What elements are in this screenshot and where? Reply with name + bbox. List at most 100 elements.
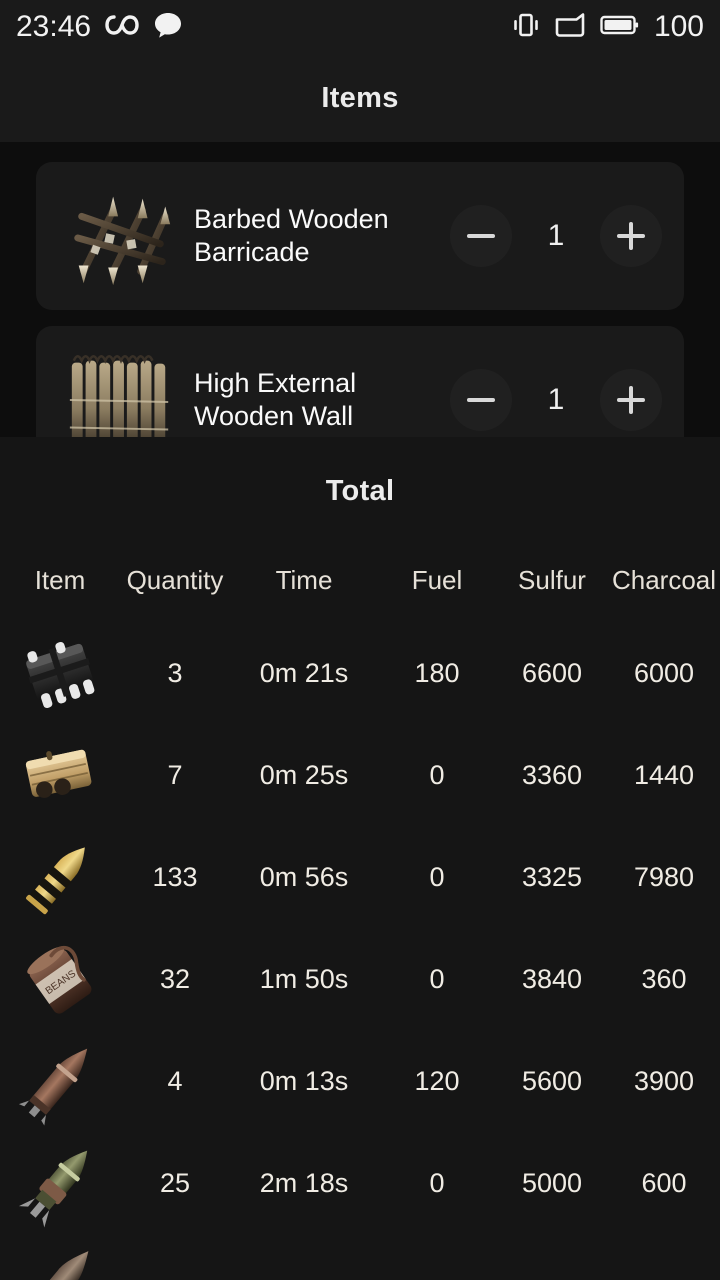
row-item-cell [0, 1234, 120, 1280]
total-section: Total Item Quantity Time Fuel Sulfur Cha… [0, 437, 720, 1280]
row-fuel [378, 1234, 496, 1280]
row-item-cell [0, 1030, 120, 1132]
decrement-button[interactable] [450, 369, 512, 431]
totals-table-scroll[interactable]: Item Quantity Time Fuel Sulfur Charcoal [0, 547, 720, 1280]
row-time: 0m 21s [259, 657, 349, 688]
table-row: 3 0m 21s 180 6600 6000 [0, 622, 720, 724]
row-fuel: 180 [414, 657, 460, 688]
column-header-charcoal: Charcoal [611, 565, 717, 595]
battery-icon [599, 13, 639, 42]
row-sulfur: 6600 [521, 657, 583, 688]
row-fuel: 120 [414, 1065, 460, 1096]
list-item-label: Barbed Wooden Barricade [194, 204, 389, 267]
plus-icon-vertical [629, 222, 633, 250]
row-charcoal: 7980 [633, 861, 695, 892]
row-sulfur [496, 1234, 608, 1280]
table-row: 7 0m 25s 0 3360 1440 [0, 724, 720, 826]
list-item[interactable]: High External Wooden Wall 1 [36, 326, 684, 437]
page-header: Items [0, 54, 720, 142]
row-sulfur: 5000 [521, 1167, 583, 1198]
high-external-wooden-wall-icon [62, 341, 180, 437]
list-item[interactable]: Barbed Wooden Barricade 1 [36, 162, 684, 310]
row-sulfur: 5600 [521, 1065, 583, 1096]
minus-icon [467, 398, 495, 402]
row-time: 2m 18s [259, 1167, 349, 1198]
row-quantity [120, 1234, 230, 1280]
items-scroll-area[interactable]: Barbed Wooden Barricade 1 High External … [0, 142, 720, 437]
column-header-fuel: Fuel [411, 565, 463, 595]
row-time: 0m 25s [259, 759, 349, 790]
table-header-row: Item Quantity Time Fuel Sulfur Charcoal [0, 547, 720, 622]
row-charcoal: 360 [641, 963, 687, 994]
row-fuel: 0 [429, 759, 445, 790]
beancan-grenade-icon: BEANS [14, 933, 106, 1025]
row-charcoal [608, 1234, 720, 1280]
row-charcoal: 600 [641, 1167, 687, 1198]
list-item-label: High External Wooden Wall [194, 368, 357, 431]
row-fuel: 0 [429, 963, 445, 994]
rocket-icon [14, 1035, 106, 1127]
infinity-icon [105, 12, 139, 43]
hv-rocket-icon [14, 1137, 106, 1229]
column-header-quantity: Quantity [126, 565, 224, 595]
row-item-cell [0, 826, 120, 928]
column-header-time: Time [275, 565, 333, 595]
totals-table: Item Quantity Time Fuel Sulfur Charcoal [0, 547, 720, 1280]
increment-button[interactable] [600, 369, 662, 431]
items-list: Barbed Wooden Barricade 1 High External … [0, 142, 720, 437]
column-header-item: Item [34, 565, 86, 595]
quantity-value: 1 [547, 383, 565, 416]
column-header-sulfur: Sulfur [518, 565, 586, 595]
barbed-wooden-barricade-icon [62, 177, 180, 295]
row-item-cell: BEANS [0, 928, 120, 1030]
table-row [0, 1234, 720, 1280]
row-quantity: 3 [167, 657, 183, 688]
table-row: BEANS 32 1m 50s 0 3840 360 [0, 928, 720, 1030]
status-bar-right: 100 [511, 10, 704, 45]
quantity-stepper[interactable]: 1 [450, 205, 662, 267]
chat-bubble-icon [153, 10, 183, 45]
row-quantity: 32 [159, 963, 191, 994]
row-item-cell [0, 724, 120, 826]
quantity-value: 1 [547, 219, 565, 252]
screenshot-icon [554, 11, 586, 44]
plus-icon-vertical [629, 386, 633, 414]
row-time: 0m 13s [259, 1065, 349, 1096]
satchel-charge-icon [14, 729, 106, 821]
table-row: 4 0m 13s 120 5600 3900 [0, 1030, 720, 1132]
status-bar-left: 23:46 [16, 10, 183, 45]
row-fuel: 0 [429, 861, 445, 892]
row-time: 0m 56s [259, 861, 349, 892]
row-charcoal: 1440 [633, 759, 695, 790]
vibrate-icon [511, 10, 541, 45]
increment-button[interactable] [600, 205, 662, 267]
row-time: 1m 50s [259, 963, 349, 994]
row-sulfur: 3325 [521, 861, 583, 892]
quantity-stepper[interactable]: 1 [450, 369, 662, 431]
status-bar: 23:46 100 [0, 0, 720, 54]
battery-percent-label: 100 [653, 10, 704, 43]
explosive-charge-icon [14, 627, 106, 719]
decrement-button[interactable] [450, 205, 512, 267]
row-sulfur: 3840 [521, 963, 583, 994]
page-title: Items [321, 81, 399, 114]
row-fuel: 0 [429, 1167, 445, 1198]
row-charcoal: 3900 [633, 1065, 695, 1096]
app-screen: 23:46 100 Items Barbed Wooden Barricade … [0, 0, 720, 1280]
row-quantity: 4 [167, 1065, 183, 1096]
table-row: 25 2m 18s 0 5000 600 [0, 1132, 720, 1234]
row-item-cell [0, 622, 120, 724]
row-item-cell [0, 1132, 120, 1234]
table-row: 133 0m 56s 0 3325 7980 [0, 826, 720, 928]
minus-icon [467, 234, 495, 238]
row-charcoal: 6000 [633, 657, 695, 688]
incendiary-rocket-icon [14, 1239, 106, 1280]
row-time [230, 1234, 378, 1280]
row-quantity: 7 [167, 759, 183, 790]
row-quantity: 25 [159, 1167, 191, 1198]
row-sulfur: 3360 [521, 759, 583, 790]
row-quantity: 133 [152, 861, 198, 892]
total-title: Total [325, 475, 395, 507]
explosive-ammo-icon [14, 831, 106, 923]
status-clock: 23:46 [16, 10, 92, 43]
